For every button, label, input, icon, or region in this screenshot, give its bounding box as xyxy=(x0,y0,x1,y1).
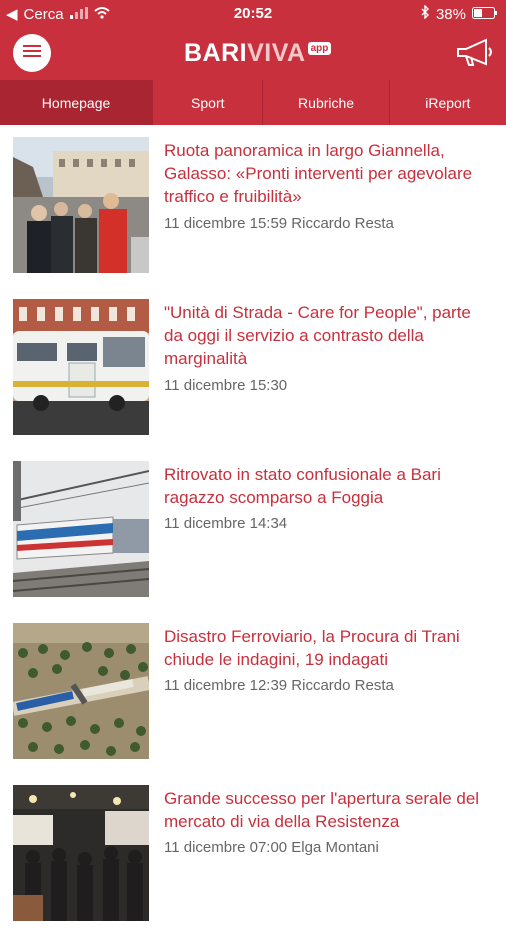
article-title[interactable]: Disastro Ferroviario, la Procura di Tran… xyxy=(164,625,494,671)
tab-ireport[interactable]: iReport xyxy=(388,80,506,125)
app-logo[interactable]: BARI VIVA app xyxy=(184,39,332,68)
battery-percent: 38% xyxy=(435,5,466,23)
ireport-button[interactable] xyxy=(456,38,494,73)
article-meta: 11 dicembre 12:39 Riccardo Resta xyxy=(164,677,394,694)
megaphone-icon xyxy=(456,38,494,72)
news-item[interactable]: "Unità di Strada - Care for People", par… xyxy=(0,287,506,449)
app-header: BARI VIVA app xyxy=(0,28,506,80)
tab-rubriche[interactable]: Rubriche xyxy=(262,80,388,125)
menu-button[interactable] xyxy=(13,34,51,72)
logo-accent: VIVA xyxy=(247,39,306,67)
bluetooth-icon xyxy=(420,4,430,23)
category-tabs: Homepage Sport Rubriche iReport xyxy=(0,80,506,125)
status-bar: ◀ Cerca 20:52 38% xyxy=(0,0,506,28)
article-meta: 11 dicembre 15:30 xyxy=(164,377,288,394)
article-title[interactable]: Ruota panoramica in largo Giannella, Gal… xyxy=(164,139,494,208)
article-meta: 11 dicembre 15:59 Riccardo Resta xyxy=(164,215,394,232)
article-meta: 11 dicembre 14:34 xyxy=(164,515,288,532)
article-title[interactable]: Ritrovato in stato confusionale a Bari r… xyxy=(164,463,494,509)
battery-icon xyxy=(472,6,498,23)
article-title[interactable]: Grande successo per l'apertura serale de… xyxy=(164,787,494,833)
article-title[interactable]: "Unità di Strada - Care for People", par… xyxy=(164,301,494,370)
tab-sport[interactable]: Sport xyxy=(152,80,262,125)
news-item[interactable]: Ritrovato in stato confusionale a Bari r… xyxy=(0,449,506,611)
tab-homepage[interactable]: Homepage xyxy=(0,80,153,125)
status-right: 38% xyxy=(420,4,498,23)
article-meta: 11 dicembre 07:00 Elga Montani xyxy=(164,839,379,856)
article-thumbnail[interactable] xyxy=(13,623,149,759)
news-item[interactable]: Ruota panoramica in largo Giannella, Gal… xyxy=(0,125,506,287)
article-thumbnail[interactable] xyxy=(13,137,149,273)
logo-main: BARI xyxy=(184,39,248,67)
logo-badge: app xyxy=(307,42,332,55)
hamburger-icon xyxy=(23,44,41,63)
news-item[interactable]: Disastro Ferroviario, la Procura di Tran… xyxy=(0,611,506,773)
news-item[interactable]: Grande successo per l'apertura serale de… xyxy=(0,773,506,935)
article-thumbnail[interactable] xyxy=(13,299,149,435)
article-thumbnail[interactable] xyxy=(13,461,149,597)
article-thumbnail[interactable] xyxy=(13,785,149,921)
